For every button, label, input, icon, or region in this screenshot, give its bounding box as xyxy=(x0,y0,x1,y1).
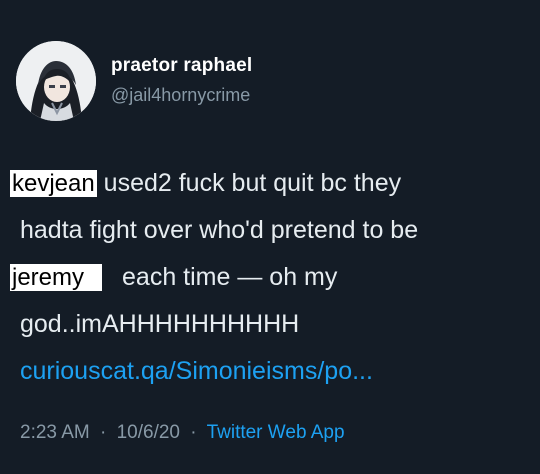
tweet-line-1-text: used2 fuck but quit bc they xyxy=(96,169,402,197)
tweet-time[interactable]: 2:23 AM xyxy=(20,422,90,443)
tweet-line-3-text: each time — oh my xyxy=(122,263,338,291)
user-handle[interactable]: @jail4hornycrime xyxy=(111,85,250,106)
tweet-text: kevjean used2 fuck but quit bc they hadt… xyxy=(10,160,530,395)
redaction-patch-1: kevjean xyxy=(10,170,97,197)
meta-separator-2: · xyxy=(190,422,197,443)
tweet-line-2-text: hadta fight over who'd pretend to be xyxy=(20,216,419,244)
tweet-line-1: kevjean used2 fuck but quit bc they xyxy=(10,160,530,207)
tweet-line-5: curiouscat.qa/Simonieisms/po... xyxy=(20,348,530,395)
tweet-card: praetor raphael @jail4hornycrime kevjean… xyxy=(0,0,540,474)
redaction-patch-2: jeremy xyxy=(10,264,103,291)
tweet-line-4: god..imAHHHHHHHHHH xyxy=(20,301,530,348)
meta-separator: · xyxy=(100,422,107,443)
display-name[interactable]: praetor raphael xyxy=(111,55,252,77)
anime-avatar-icon xyxy=(16,41,96,121)
tweet-line-3: jeremy each time — oh my xyxy=(10,254,530,301)
tweet-date[interactable]: 10/6/20 xyxy=(117,422,180,443)
tweet-line-2: hadta fight over who'd pretend to be xyxy=(20,207,530,254)
tweet-line-4-text: god..imAHHHHHHHHHH xyxy=(20,310,300,338)
tweet-link[interactable]: curiouscat.qa/Simonieisms/po... xyxy=(20,348,373,395)
avatar[interactable] xyxy=(16,41,96,121)
tweet-meta: 2:23 AM · 10/6/20 · Twitter Web App xyxy=(20,422,345,444)
tweet-source[interactable]: Twitter Web App xyxy=(207,422,345,443)
